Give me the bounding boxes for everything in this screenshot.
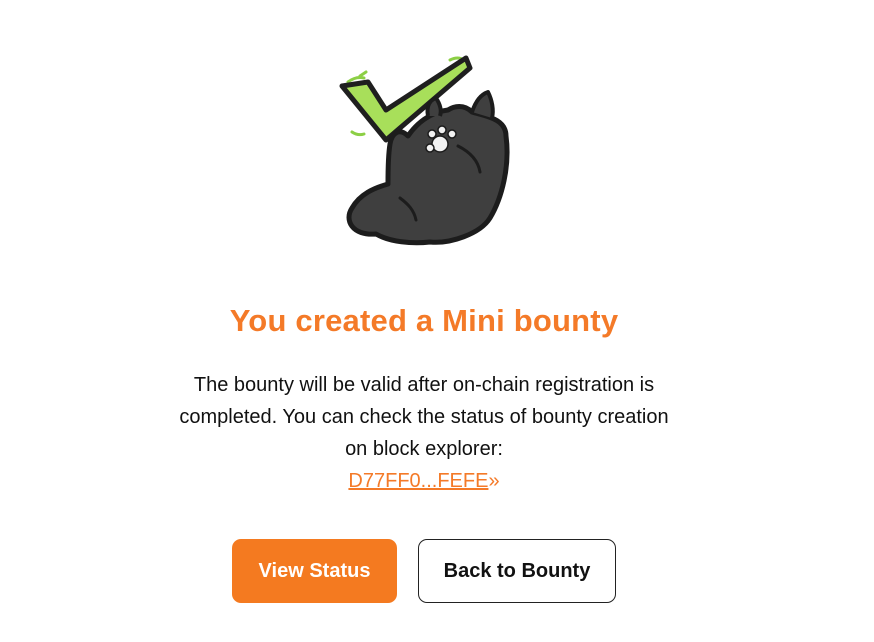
back-to-bounty-button[interactable]: Back to Bounty	[418, 539, 616, 603]
bounty-created-page: You created a Mini bounty The bounty wil…	[0, 0, 874, 642]
block-explorer-link-row: D77FF0...FEFE»	[0, 465, 848, 497]
description-text: The bounty will be valid after on-chain …	[179, 374, 669, 460]
page-title: You created a Mini bounty	[229, 303, 619, 338]
block-explorer-link[interactable]: D77FF0...FEFE	[348, 470, 488, 492]
cat-with-checkmark-icon	[330, 48, 520, 253]
link-arrow-icon[interactable]: »	[488, 470, 499, 492]
status-description: The bounty will be valid after on-chain …	[0, 369, 848, 465]
view-status-button[interactable]: View Status	[232, 539, 397, 603]
